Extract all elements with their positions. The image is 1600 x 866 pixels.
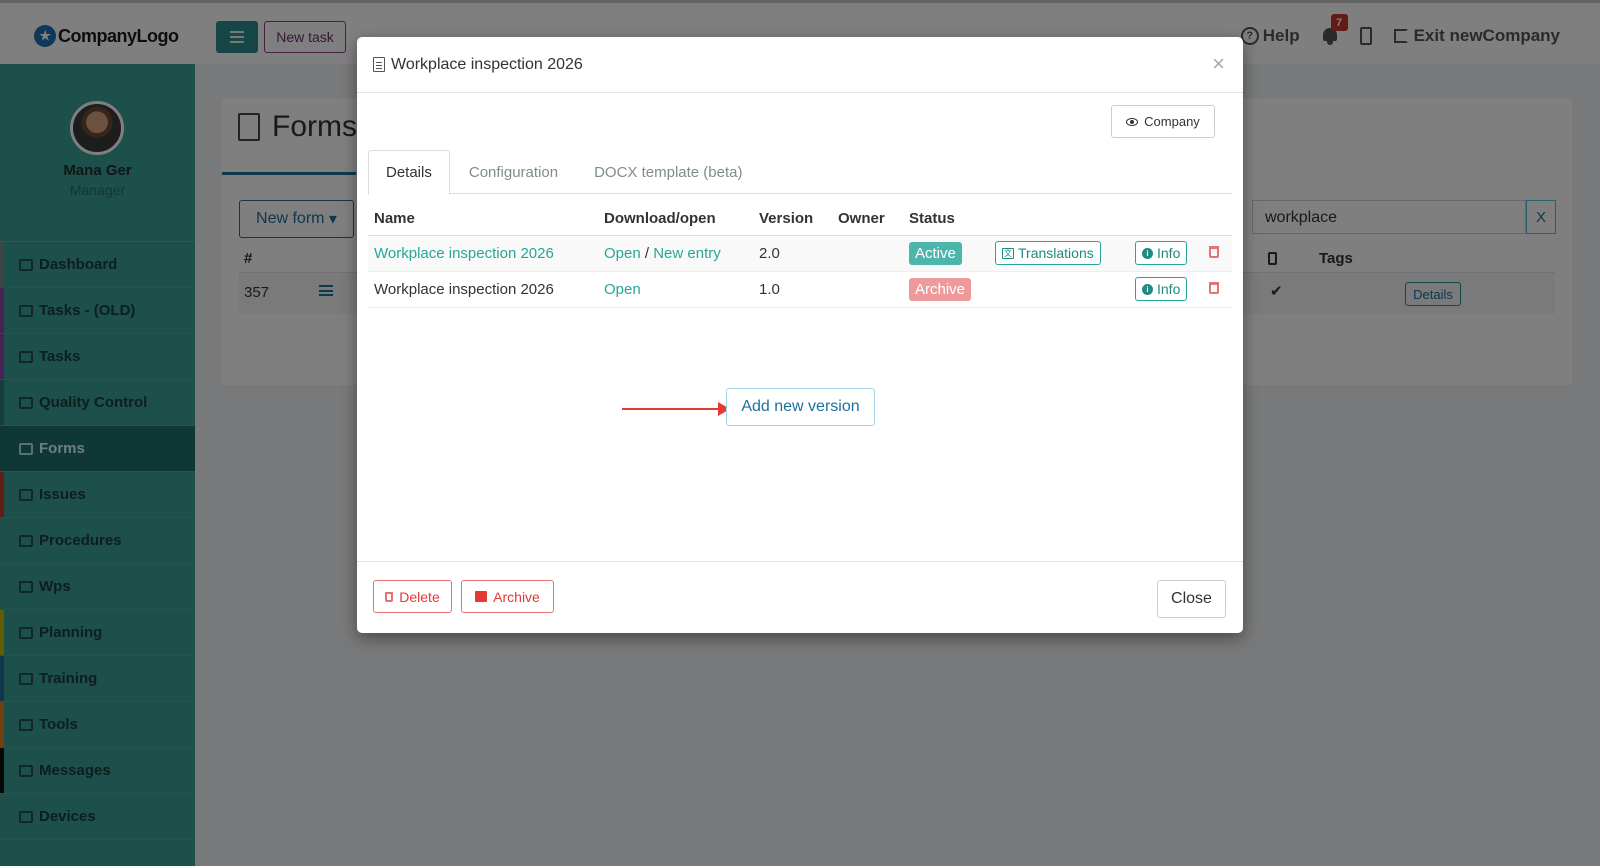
delete-label: Delete [399,588,440,605]
archive-label: Archive [493,588,540,605]
table-row: Workplace inspection 2026 Open / New ent… [368,235,1232,272]
trash-icon[interactable] [1209,281,1219,294]
status-badge: Active [909,241,962,265]
close-icon[interactable]: × [1212,51,1225,77]
language-icon: 文 [1002,247,1014,259]
info-button[interactable]: i Info [1135,241,1188,265]
modal-tabs: Details Configuration DOCX template (bet… [368,150,1232,195]
table-row: Workplace inspection 2026 Open 1.0 Archi… [368,271,1232,308]
tab-docx-template[interactable]: DOCX template (beta) [577,150,759,194]
modal-header: Workplace inspection 2026 × [357,37,1243,93]
annotation-arrow [622,408,722,410]
column-header-name: Name [368,203,598,236]
translations-label: Translations [1018,245,1094,261]
version-number: 2.0 [753,235,832,272]
new-entry-link[interactable]: New entry [653,245,721,262]
eye-icon [1126,117,1139,126]
info-button[interactable]: i Info [1135,277,1188,301]
add-new-version-button[interactable]: Add new version [726,388,875,426]
version-number: 1.0 [753,271,832,308]
modal-title: Workplace inspection 2026 [391,55,583,73]
info-icon: i [1142,247,1153,259]
owner-cell [832,235,903,272]
column-header-status: Status [903,203,989,236]
form-modal: Workplace inspection 2026 × Company Deta… [357,37,1243,633]
version-name-link[interactable]: Workplace inspection 2026 [374,245,554,262]
info-icon: i [1142,283,1153,295]
close-button[interactable]: Close [1157,580,1226,618]
separator: / [644,244,650,262]
owner-cell [832,271,903,308]
version-name: Workplace inspection 2026 [368,271,598,308]
delete-button[interactable]: Delete [373,580,452,613]
archive-button[interactable]: Archive [461,580,554,613]
info-label: Info [1157,281,1181,297]
info-label: Info [1157,245,1181,261]
document-icon [373,57,385,72]
tab-configuration[interactable]: Configuration [452,150,575,194]
versions-table: Name Download/open Version Owner Status … [368,203,1232,308]
translations-button[interactable]: 文 Translations [995,241,1101,265]
status-badge: Archive [909,277,972,301]
company-label: Company [1144,114,1200,129]
column-header-download: Download/open [598,203,753,236]
modal-footer: Delete Archive Close [357,561,1243,633]
column-header-owner: Owner [832,203,903,236]
trash-icon [385,591,394,602]
open-link[interactable]: Open [604,281,641,298]
column-header-version: Version [753,203,832,236]
archive-icon [475,591,488,602]
trash-icon[interactable] [1209,245,1219,258]
company-visibility-button[interactable]: Company [1111,105,1215,138]
open-link[interactable]: Open [604,245,641,262]
tab-details[interactable]: Details [368,150,450,195]
